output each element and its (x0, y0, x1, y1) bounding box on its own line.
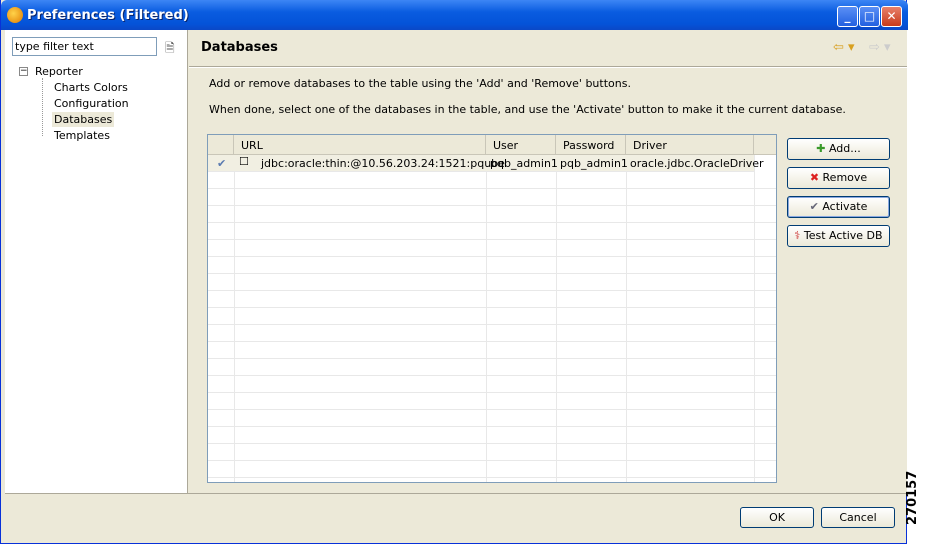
tree-item-reporter[interactable]: Reporter (35, 65, 83, 78)
table-row-empty (208, 172, 776, 189)
table-row-empty (208, 308, 776, 325)
filter-input[interactable] (12, 37, 157, 56)
minimize-button[interactable]: _ (837, 6, 858, 27)
check-icon: ✔ (809, 200, 819, 213)
footer-divider (5, 493, 906, 494)
test-active-db-button[interactable]: ⚕ Test Active DB (787, 225, 890, 247)
forward-button[interactable]: ⇨ ▾ (869, 40, 891, 55)
table-row-empty (208, 444, 776, 461)
activate-button[interactable]: ✔ Activate (787, 196, 890, 218)
column-header-url[interactable]: URL (234, 135, 486, 155)
table-row-empty (208, 478, 776, 482)
header-divider (189, 66, 907, 68)
preferences-window: Preferences (Filtered) _ □ ✕ 🗎 − Reporte… (0, 0, 908, 544)
ok-button[interactable]: OK (740, 507, 814, 528)
add-button[interactable]: ✚ Add... (787, 138, 890, 160)
clear-filter-icon[interactable]: 🗎 (165, 39, 181, 55)
column-header-driver[interactable]: Driver (626, 135, 754, 155)
tree-item-charts-colors[interactable]: Charts Colors (54, 81, 128, 94)
preference-page: Databases ⇦ ▾ ⇨ ▾ Add or remove database… (189, 30, 907, 493)
table-row-empty (208, 325, 776, 342)
table-row-empty (208, 257, 776, 274)
table-row-empty (208, 274, 776, 291)
close-button[interactable]: ✕ (881, 6, 902, 27)
remove-label: Remove (822, 171, 868, 184)
figure-id: 270157 (905, 470, 920, 525)
tree-item-databases[interactable]: Databases (52, 112, 115, 127)
cancel-button[interactable]: Cancel (821, 507, 895, 528)
table-row-empty (208, 393, 776, 410)
stethoscope-icon: ⚕ (794, 229, 801, 242)
collapse-icon[interactable]: − (19, 67, 28, 76)
page-title: Databases (201, 40, 278, 55)
table-row-empty (208, 206, 776, 223)
tree-item-configuration[interactable]: Configuration (54, 97, 129, 110)
table-row-empty (208, 342, 776, 359)
table-row-empty (208, 240, 776, 257)
title-bar[interactable]: Preferences (Filtered) _ □ ✕ (1, 0, 908, 30)
databases-table[interactable]: URL User Password Driver ✔ ☐ jdbc:oracle… (207, 134, 777, 483)
table-row-empty (208, 427, 776, 444)
window-title: Preferences (Filtered) (27, 8, 189, 23)
remove-x-icon: ✖ (809, 171, 820, 184)
tree-item-templates[interactable]: Templates (54, 129, 110, 142)
activate-label: Activate (822, 200, 868, 213)
maximize-button[interactable]: □ (859, 6, 880, 27)
row-checkbox[interactable]: ☐ (239, 155, 249, 168)
table-row-empty (208, 189, 776, 206)
cell-password: pqb_admin1 (560, 157, 628, 170)
tree-connector (42, 78, 43, 136)
column-header-filler (754, 135, 776, 155)
table-row-empty (208, 223, 776, 240)
cell-url: jdbc:oracle:thin:@10.56.203.24:1521:pqub… (261, 157, 505, 170)
description-add-remove: Add or remove databases to the table usi… (209, 77, 631, 90)
description-activate: When done, select one of the databases i… (209, 103, 846, 116)
table-row-empty (208, 461, 776, 478)
plus-icon: ✚ (816, 142, 826, 155)
table-row-empty (208, 376, 776, 393)
column-header-active[interactable] (208, 135, 234, 155)
table-row-empty (208, 410, 776, 427)
add-label: Add... (828, 142, 861, 155)
app-icon (7, 7, 23, 23)
table-row[interactable]: ✔ ☐ jdbc:oracle:thin:@10.56.203.24:1521:… (208, 155, 764, 172)
remove-button[interactable]: ✖ Remove (787, 167, 890, 189)
test-label: Test Active DB (803, 229, 883, 242)
cell-user: pqb_admin1 (490, 157, 558, 170)
sidebar: 🗎 − Reporter Charts Colors Configuration… (5, 30, 188, 493)
table-row-empty (208, 359, 776, 376)
column-header-user[interactable]: User (486, 135, 556, 155)
table-row-empty (208, 291, 776, 308)
column-header-password[interactable]: Password (556, 135, 626, 155)
cell-driver: oracle.jdbc.OracleDriver (630, 157, 764, 170)
back-button[interactable]: ⇦ ▾ (833, 40, 855, 55)
active-check-icon: ✔ (217, 157, 227, 170)
